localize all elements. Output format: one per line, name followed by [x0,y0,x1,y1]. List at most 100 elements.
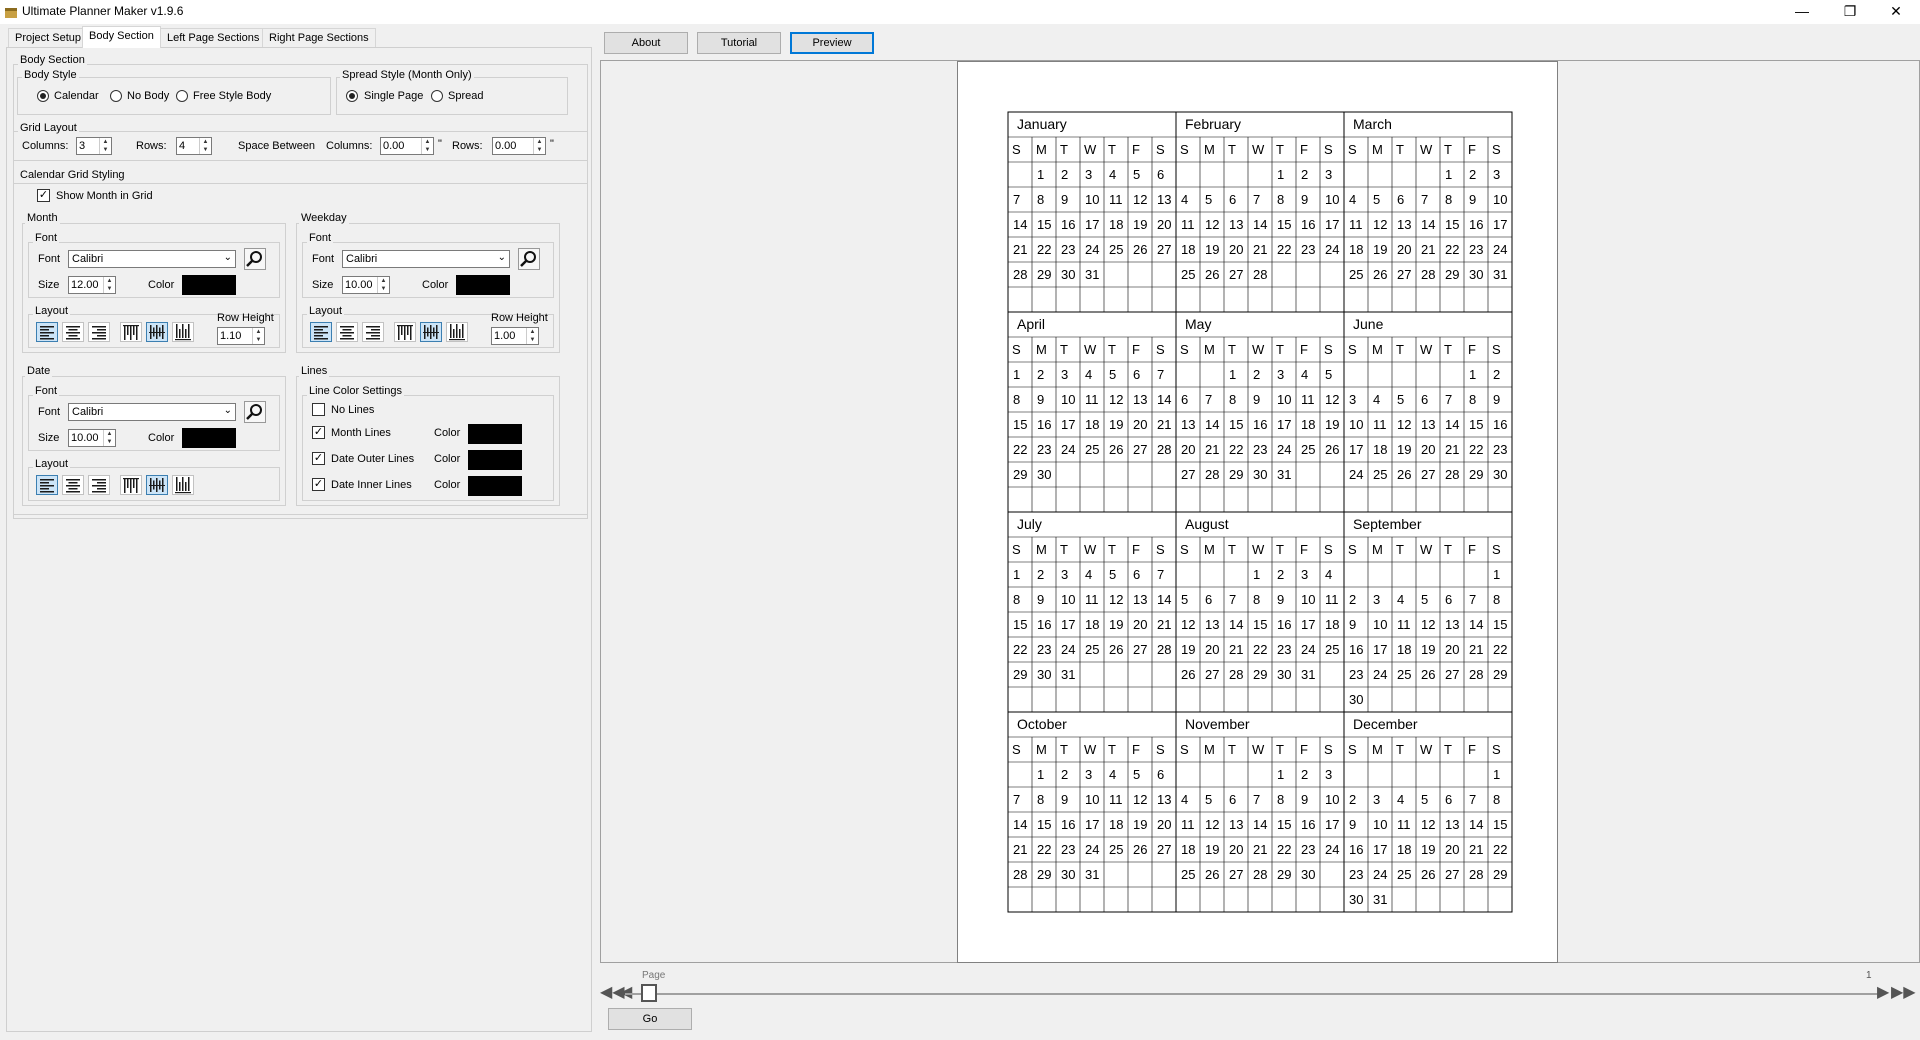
page-slider-track[interactable] [625,993,1880,995]
month-size-spinner[interactable]: 12.00 ▲ ▼ [68,276,116,294]
radio-spread[interactable] [431,90,443,102]
radio-no-body[interactable] [110,90,122,102]
valign-bottom-button[interactable] [446,322,468,342]
weekday-label: F [1468,542,1476,557]
date-cell: 13 [1397,217,1411,232]
align-right-button[interactable] [88,322,110,342]
valign-bottom-button[interactable] [172,475,194,495]
preview-button[interactable]: Preview [790,32,874,54]
date-font-search-button[interactable] [244,401,266,423]
radio-calendar[interactable] [37,90,49,102]
align-center-button[interactable] [62,322,84,342]
spinner-arrows-icon[interactable]: ▲ ▼ [252,328,264,344]
weekday-font-search-button[interactable] [518,248,540,270]
rows-label: Rows: [136,140,167,152]
space-columns-spinner[interactable]: 0.00 ▲ ▼ [380,137,434,155]
align-left-button[interactable] [36,475,58,495]
weekday-color-swatch[interactable] [456,275,510,295]
month-font-combo[interactable]: Calibri ⌄ [68,250,236,268]
about-button[interactable]: About [604,32,688,54]
show-month-checkbox[interactable]: ✓ [37,189,50,202]
radio-single-page[interactable] [346,90,358,102]
date-cell: 8 [1013,392,1020,407]
date-cell: 16 [1301,217,1315,232]
date-outer-lines-checkbox[interactable]: ✓ [312,452,325,465]
date-cell: 23 [1061,242,1075,257]
date-cell: 15 [1277,217,1291,232]
month-font-search-button[interactable] [244,248,266,270]
date-cell: 23 [1349,867,1363,882]
date-cell: 19 [1397,442,1411,457]
weekday-row-height-spinner[interactable]: 1.00 ▲ ▼ [491,327,539,345]
date-cell: 19 [1181,642,1195,657]
date-cell: 26 [1133,242,1147,257]
close-button[interactable]: ✕ [1874,0,1918,24]
date-cell: 28 [1157,442,1171,457]
spinner-arrows-icon[interactable]: ▲ ▼ [421,138,433,154]
valign-top-button[interactable] [120,475,142,495]
align-center-button[interactable] [62,475,84,495]
tutorial-button[interactable]: Tutorial [697,32,781,54]
date-cell: 20 [1157,217,1171,232]
spinner-arrows-icon[interactable]: ▲ ▼ [99,138,111,154]
valign-middle-button[interactable] [146,475,168,495]
date-cell: 28 [1253,867,1267,882]
align-left-button[interactable] [36,322,58,342]
month-lines-checkbox[interactable]: ✓ [312,426,325,439]
spinner-arrows-icon[interactable]: ▲ ▼ [199,138,211,154]
maximize-button[interactable]: ❐ [1828,0,1872,24]
align-right-button[interactable] [362,322,384,342]
radio-free-style-body[interactable] [176,90,188,102]
align-center-button[interactable] [336,322,358,342]
date-outer-color-swatch[interactable] [468,450,522,470]
date-inner-lines-checkbox[interactable]: ✓ [312,478,325,491]
tab-right-page-sections[interactable]: Right Page Sections [262,28,376,48]
align-left-button[interactable] [310,322,332,342]
tab-left-page-sections[interactable]: Left Page Sections [160,28,267,48]
month-color-swatch[interactable] [182,275,236,295]
weekday-size-spinner[interactable]: 10.00 ▲ ▼ [342,276,390,294]
valign-middle-button[interactable] [420,322,442,342]
last-page-icon[interactable]: ▶▶ [1891,982,1916,1002]
valign-middle-button[interactable] [146,322,168,342]
tab-body-section[interactable]: Body Section [82,26,161,48]
date-font-combo[interactable]: Calibri ⌄ [68,403,236,421]
no-lines-checkbox[interactable] [312,403,325,416]
minimize-button[interactable]: — [1780,0,1824,24]
page-slider-thumb[interactable] [641,984,657,1002]
align-right-button[interactable] [88,475,110,495]
next-page-icon[interactable]: ▶ [1877,982,1889,1002]
tab-project-setup[interactable]: Project Setup [8,28,89,48]
space-rows-spinner[interactable]: 0.00 ▲ ▼ [492,137,546,155]
weekday-label: F [1132,542,1140,557]
date-size-spinner[interactable]: 10.00 ▲ ▼ [68,429,116,447]
date-cell: 3 [1085,167,1092,182]
month-name: November [1185,716,1250,732]
date-color-swatch[interactable] [182,428,236,448]
valign-top-button[interactable] [394,322,416,342]
weekday-font-combo[interactable]: Calibri ⌄ [342,250,510,268]
no-lines-label: No Lines [331,404,375,416]
date-cell: 28 [1205,467,1219,482]
date-cell: 22 [1493,642,1507,657]
date-cell: 8 [1445,192,1452,207]
rows-spinner[interactable]: 4 ▲ ▼ [176,137,212,155]
weekday-label: M [1372,142,1383,157]
date-cell: 4 [1373,392,1380,407]
valign-top-button[interactable] [120,322,142,342]
columns-spinner[interactable]: 3 ▲ ▼ [76,137,112,155]
spinner-arrows-icon[interactable]: ▲ ▼ [526,328,538,344]
date-cell: 22 [1037,842,1051,857]
spinner-arrows-icon[interactable]: ▲ ▼ [103,277,115,293]
spinner-arrows-icon[interactable]: ▲ ▼ [377,277,389,293]
go-button[interactable]: Go [608,1008,692,1030]
month-lines-color-swatch[interactable] [468,424,522,444]
date-cell: 12 [1133,792,1147,807]
date-inner-color-swatch[interactable] [468,476,522,496]
prev-page-icon[interactable]: ◀ [620,982,632,1002]
month-row-height-spinner[interactable]: 1.10 ▲ ▼ [217,327,265,345]
spinner-arrows-icon[interactable]: ▲ ▼ [103,430,115,446]
date-cell: 9 [1493,392,1500,407]
spinner-arrows-icon[interactable]: ▲ ▼ [533,138,545,154]
valign-bottom-button[interactable] [172,322,194,342]
